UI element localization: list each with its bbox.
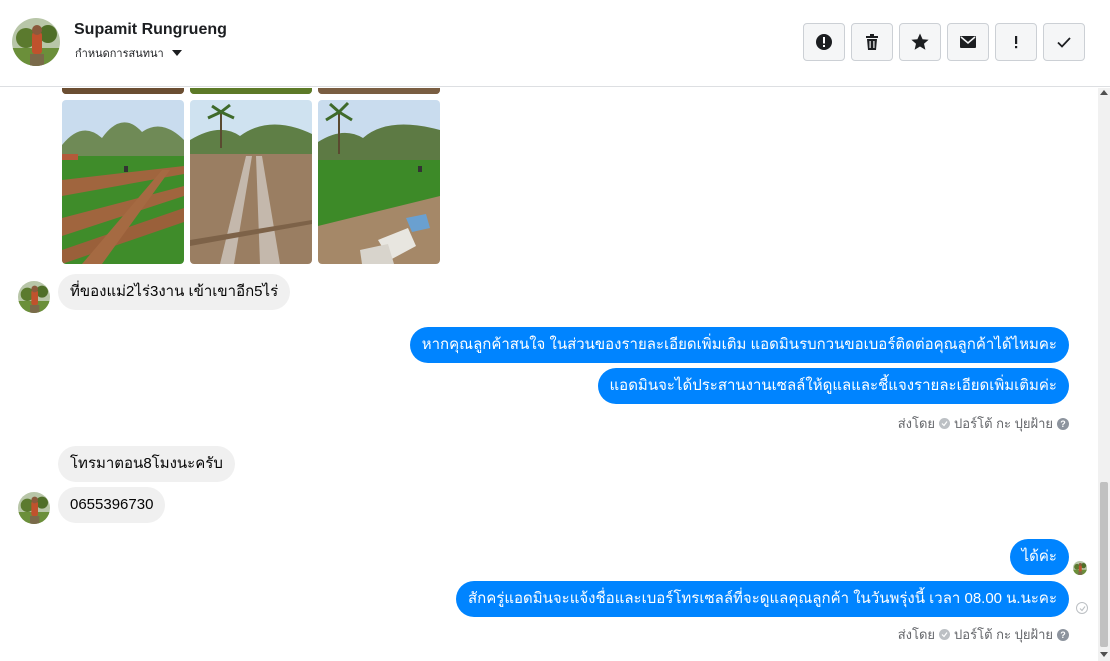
outgoing-message[interactable]: แอดมินจะได้ประสานงานเซลล์ให้ดูแลและชี้แจ… xyxy=(597,368,1069,404)
photo-thumbnail[interactable] xyxy=(62,88,184,94)
outgoing-message[interactable]: ได้ค่ะ xyxy=(1009,539,1069,575)
message-thread[interactable]: ที่ของแม่2ไร่3งาน เข้าเขาอีก5ไร่ หากคุณล… xyxy=(0,88,1098,661)
check-circle-icon xyxy=(939,629,951,640)
report-button[interactable] xyxy=(803,23,845,61)
photo-thumbnail[interactable] xyxy=(62,100,184,264)
photo-thumbnail[interactable] xyxy=(190,88,312,94)
sender-name[interactable]: ปอร์โต้ กะ ปุยฝ้าย xyxy=(954,624,1053,645)
conversation-subtitle: กำหนดการสนทนา xyxy=(75,48,164,60)
scroll-down-arrow-icon[interactable] xyxy=(1100,652,1108,657)
alert-circle-icon xyxy=(816,34,832,50)
seen-avatar xyxy=(1073,561,1087,575)
delete-button[interactable] xyxy=(851,23,893,61)
contact-avatar[interactable] xyxy=(18,281,50,313)
spam-button[interactable] xyxy=(995,23,1037,61)
incoming-message[interactable]: โทรมาตอน8โมงนะครับ xyxy=(58,446,235,482)
sender-name[interactable]: ปอร์โต้ กะ ปุยฝ้าย xyxy=(954,413,1053,434)
check-circle-icon xyxy=(939,418,951,429)
envelope-icon xyxy=(960,36,976,48)
done-button[interactable] xyxy=(1043,23,1085,61)
sent-by-label: ส่งโดย xyxy=(897,627,936,642)
incoming-message[interactable]: ที่ของแม่2ไร่3งาน เข้าเขาอีก5ไร่ xyxy=(58,274,291,310)
caret-down-icon xyxy=(171,50,182,56)
exclamation-icon xyxy=(1015,36,1018,49)
sent-by-info: ส่งโดย ปอร์โต้ กะ ปุยฝ้าย ? xyxy=(898,624,1069,645)
photo-thumbnail[interactable] xyxy=(190,100,312,264)
thread-scrollbar[interactable] xyxy=(1098,88,1110,661)
photo-thumbnail[interactable] xyxy=(318,88,440,94)
incoming-message[interactable]: 0655396730 xyxy=(58,487,166,523)
star-icon xyxy=(911,33,929,50)
sent-by-label: ส่งโดย xyxy=(897,416,936,431)
outgoing-message[interactable]: หากคุณลูกค้าสนใจ ในส่วนของรายละเอียดเพิ่… xyxy=(409,327,1069,363)
question-icon[interactable]: ? xyxy=(1057,417,1069,430)
conversation-menu[interactable]: กำหนดการสนทนา xyxy=(75,44,182,62)
outgoing-message[interactable]: สักครู่แอดมินจะแจ้งชื่อและเบอร์โทรเซลล์ท… xyxy=(455,581,1069,617)
scroll-up-arrow-icon[interactable] xyxy=(1100,90,1108,95)
toolbar xyxy=(803,23,1085,61)
scrollbar-thumb[interactable] xyxy=(1100,482,1108,647)
contact-avatar[interactable] xyxy=(18,492,50,524)
checkmark-icon xyxy=(1057,37,1071,48)
contact-avatar[interactable] xyxy=(12,18,60,66)
sent-by-info: ส่งโดย ปอร์โต้ กะ ปุยฝ้าย ? xyxy=(898,413,1069,434)
conversation-header: Supamit Rungrueng กำหนดการสนทนา xyxy=(0,0,1110,87)
question-icon[interactable]: ? xyxy=(1057,628,1069,641)
mark-unread-button[interactable] xyxy=(947,23,989,61)
trash-icon xyxy=(866,34,878,50)
delivered-check-icon xyxy=(1076,602,1088,614)
star-button[interactable] xyxy=(899,23,941,61)
photo-thumbnail[interactable] xyxy=(318,100,440,264)
contact-name[interactable]: Supamit Rungrueng xyxy=(74,21,227,39)
